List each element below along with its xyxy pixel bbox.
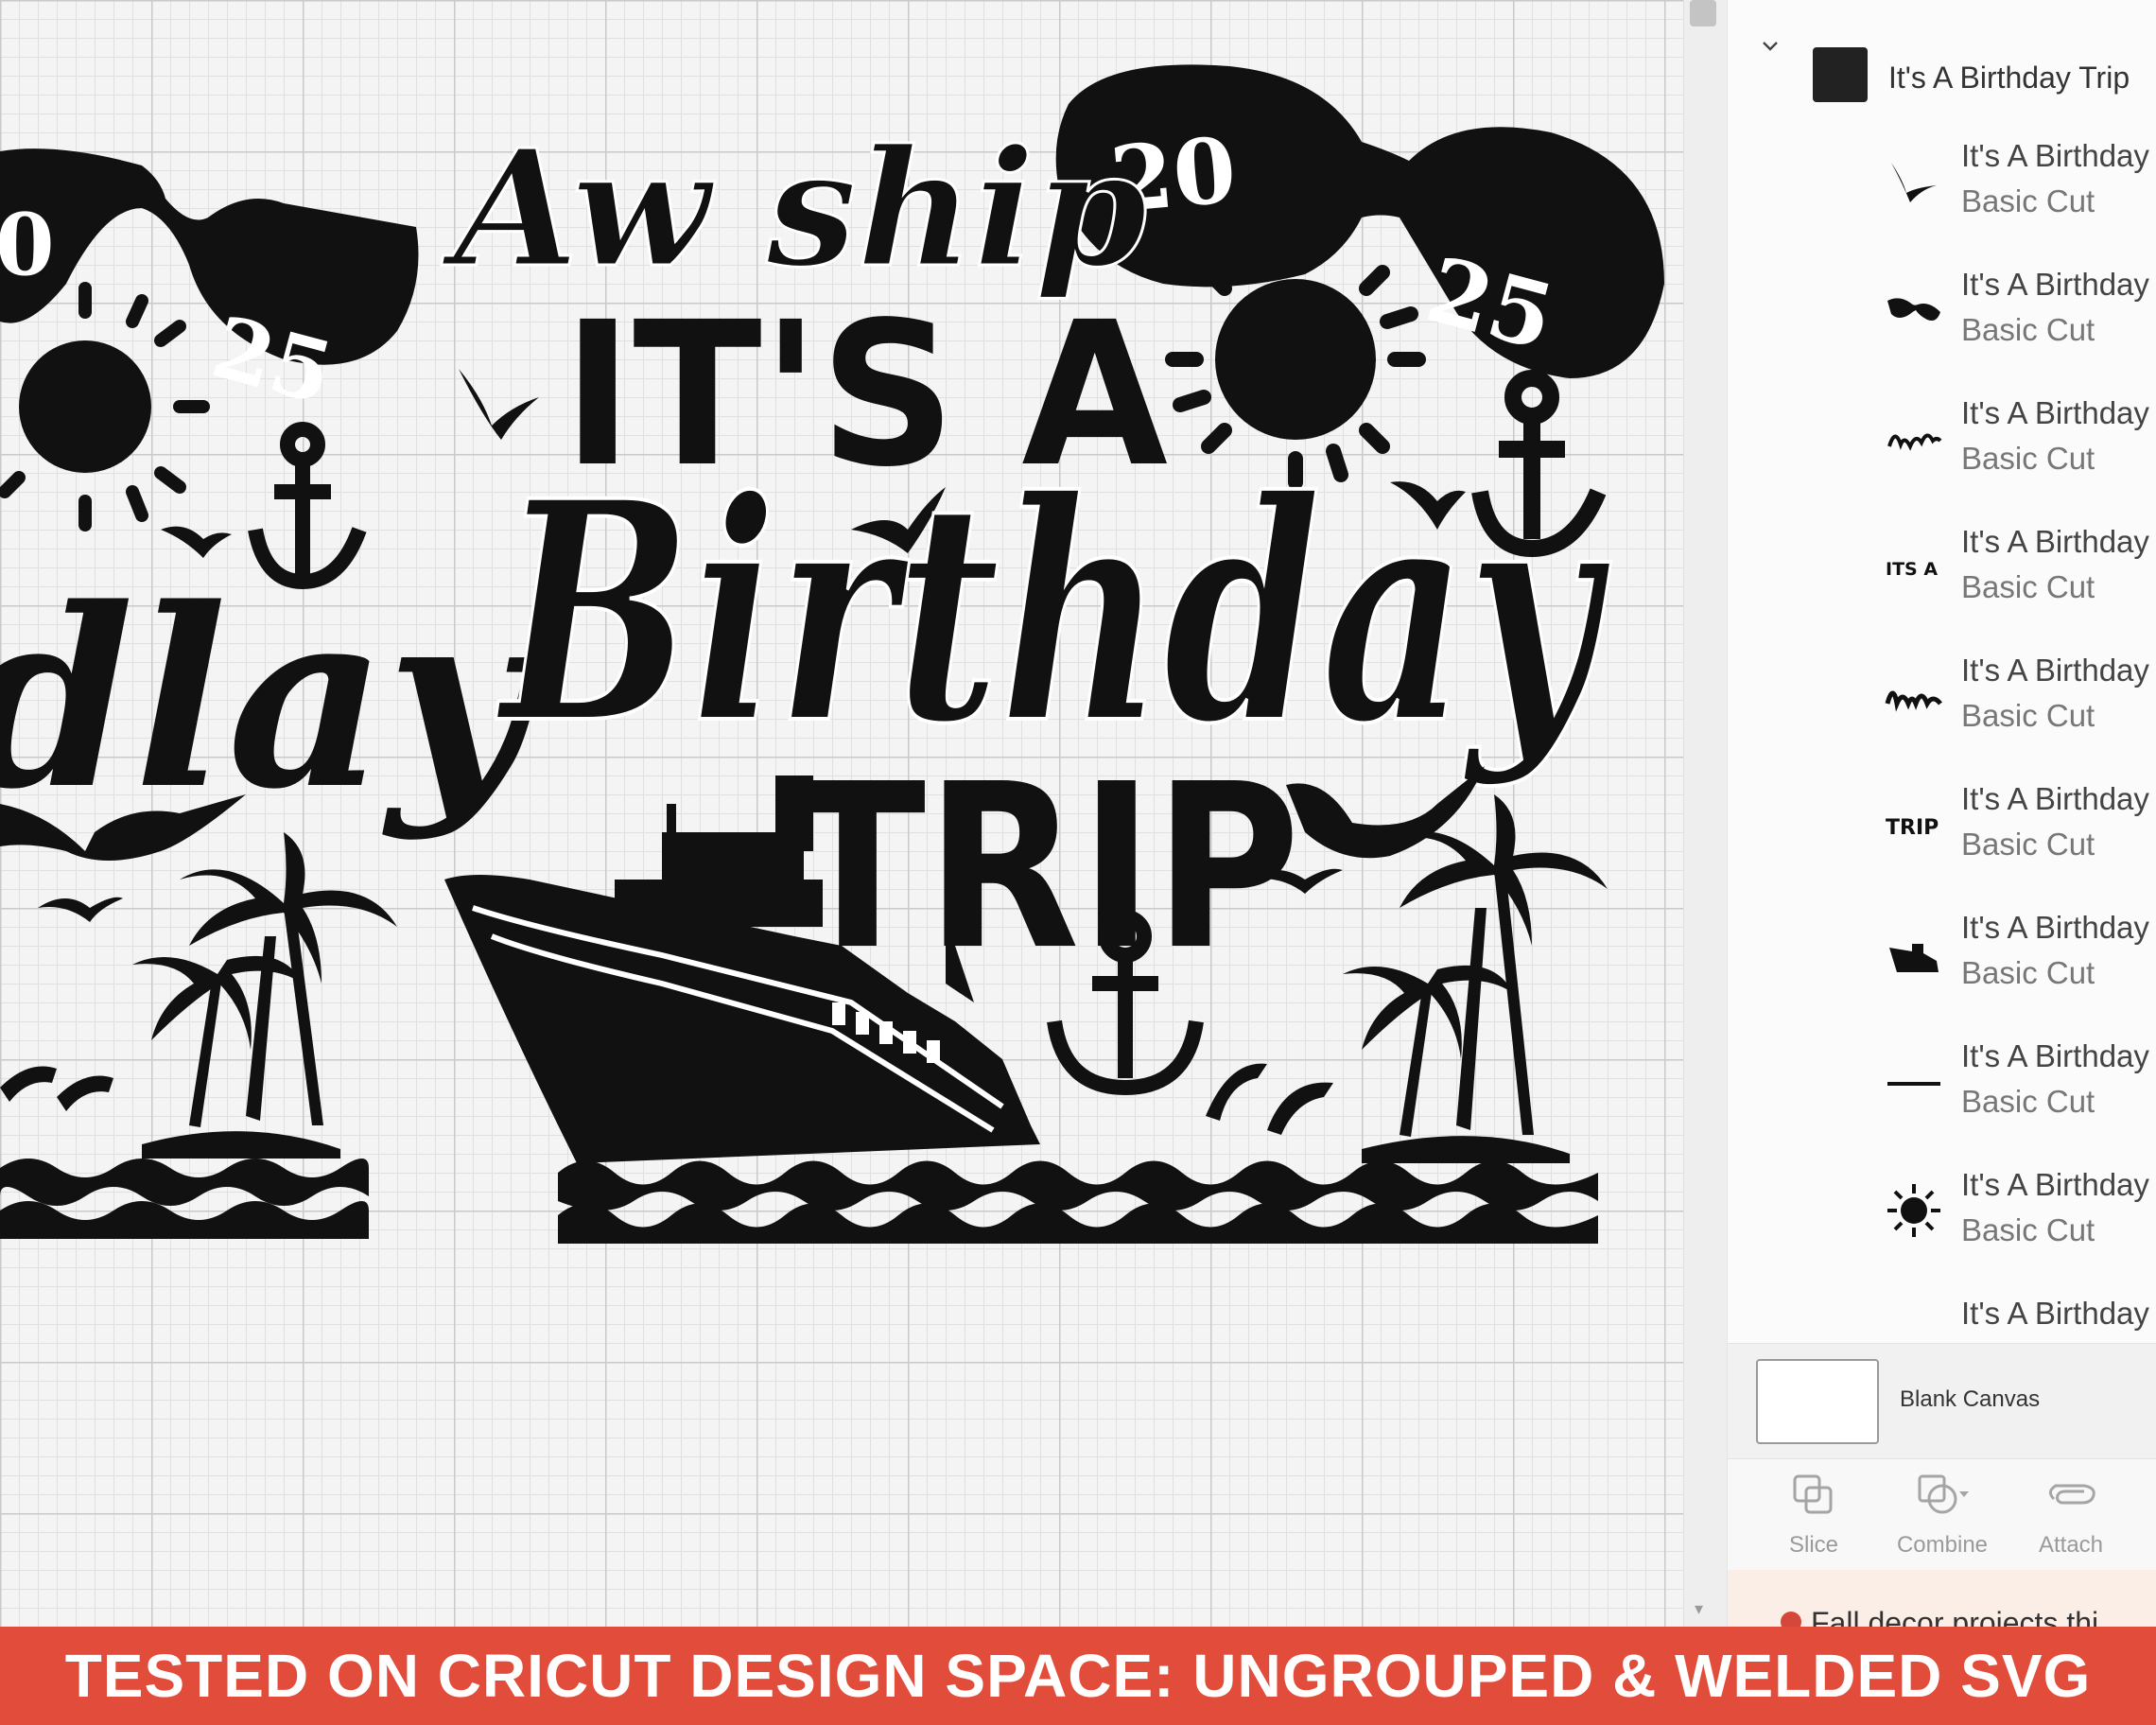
sun bbox=[1215, 279, 1376, 440]
blank-canvas-label: Blank Canvas bbox=[1900, 1386, 2041, 1412]
layer-operation: Basic Cut bbox=[1961, 312, 2095, 347]
layer-item[interactable]: TRIP It's A Birthday Basic Cut bbox=[1728, 764, 2156, 893]
combine-label: Combine bbox=[1896, 1532, 1989, 1558]
design-artwork[interactable]: 0 25 dlay 20 25 Aw ship IT'S A Birthday … bbox=[0, 0, 1683, 1627]
chevron-down-icon[interactable] bbox=[1762, 38, 1779, 55]
layer-name: It's A Birthday bbox=[1961, 1167, 2149, 1202]
main-design[interactable]: 20 25 Aw ship IT'S A Birthday TRIP bbox=[440, 64, 1664, 1244]
scroll-down-arrow-icon[interactable]: ▾ bbox=[1695, 1599, 1703, 1619]
waves-top bbox=[558, 1160, 1598, 1211]
partial-waves-1 bbox=[0, 1159, 369, 1206]
layer-operation: Basic Cut bbox=[1961, 183, 2095, 218]
birthday-thumbnail-icon bbox=[1885, 690, 1942, 712]
promo-text: Fall decor projects thi bbox=[1811, 1606, 2099, 1627]
layer-name: It's A Birthday bbox=[1961, 138, 2149, 173]
seagull-1 bbox=[459, 369, 539, 440]
group-title: It's A Birthday Trip bbox=[1888, 61, 2130, 95]
layer-item[interactable]: It's A Birthday Basic Cut bbox=[1728, 893, 2156, 1021]
slice-button[interactable]: Slice bbox=[1757, 1471, 1870, 1559]
layer-item[interactable]: It's A Birthday Basic Cut bbox=[1728, 1150, 2156, 1279]
partial-dolphins bbox=[0, 1066, 113, 1111]
partial-year-left: 0 bbox=[0, 195, 55, 295]
layer-name: It's A Birthday bbox=[1961, 524, 2149, 559]
slice-label: Slice bbox=[1788, 1532, 1839, 1558]
its-a-thumbnail-icon: ITS A bbox=[1886, 559, 1938, 580]
attach-button[interactable]: Attach bbox=[2014, 1471, 2128, 1559]
layer-name: It's A Birthday bbox=[1961, 781, 2149, 816]
partial-thumbnail-icon bbox=[1884, 1309, 1944, 1343]
layer-name: It's A Birthday bbox=[1961, 1038, 2149, 1073]
footer-banner: TESTED ON CRICUT DESIGN SPACE: UNGROUPED… bbox=[0, 1627, 2156, 1725]
layers-panel: It's A Birthday Trip It's A Birthday Bas… bbox=[1727, 0, 2156, 1627]
partial-sunglasses bbox=[0, 148, 419, 365]
partial-waves-2 bbox=[0, 1201, 369, 1239]
sunglasses-thumbnail-icon bbox=[1887, 298, 1940, 321]
layer-name: It's A Birthday bbox=[1961, 1296, 2149, 1331]
layer-operation: Basic Cut bbox=[1961, 827, 2095, 862]
group-thumbnail bbox=[1813, 47, 1868, 102]
line-thumbnail-icon bbox=[1887, 1082, 1940, 1086]
layer-item[interactable]: It's A Birthday Basic Cut bbox=[1728, 121, 2156, 250]
layer-item[interactable]: ITS A It's A Birthday Basic Cut bbox=[1728, 507, 2156, 636]
partial-script: dlay bbox=[0, 555, 545, 844]
layer-name: It's A Birthday bbox=[1961, 395, 2149, 430]
partial-palm-trees bbox=[132, 832, 397, 1159]
slice-icon bbox=[1793, 1474, 1833, 1514]
layer-name: It's A Birthday bbox=[1961, 910, 2149, 945]
scrollbar-thumb[interactable] bbox=[1690, 0, 1716, 26]
script-top: Aw ship bbox=[441, 114, 1147, 304]
blank-canvas-row[interactable]: Blank Canvas bbox=[1728, 1343, 2156, 1459]
sun-thumbnail-icon bbox=[1887, 1184, 1940, 1237]
layer-item[interactable]: It's A Birthday Basic Cut bbox=[1728, 378, 2156, 507]
promo-banner[interactable]: Fall decor projects thi bbox=[1728, 1570, 2156, 1627]
its-a-thumbnail-text: ITS A bbox=[1886, 559, 1938, 580]
layer-item[interactable]: It's A Birthday bbox=[1728, 1279, 2156, 1343]
combine-icon bbox=[1918, 1474, 1969, 1514]
layer-operation: Basic Cut bbox=[1961, 1212, 2095, 1247]
layer-item[interactable]: It's A Birthday Basic Cut bbox=[1728, 250, 2156, 378]
layer-operation: Basic Cut bbox=[1961, 441, 2095, 476]
script-thumbnail-icon bbox=[1887, 433, 1942, 451]
canvas-scrollbar[interactable]: ▾ bbox=[1683, 0, 1728, 1627]
block-bottom: TRIP bbox=[790, 735, 1300, 1000]
promo-pin-icon bbox=[1781, 1612, 1801, 1627]
layer-item[interactable]: It's A Birthday Basic Cut bbox=[1728, 636, 2156, 764]
blank-canvas-swatch[interactable] bbox=[1756, 1359, 1879, 1444]
partial-seagull-2 bbox=[161, 526, 232, 558]
layer-operation: Basic Cut bbox=[1961, 569, 2095, 604]
layer-name: It's A Birthday bbox=[1961, 653, 2149, 688]
left-partial-design[interactable]: 0 25 dlay bbox=[0, 148, 545, 1239]
seagull-thumbnail-icon bbox=[1891, 163, 1937, 202]
ship-thumbnail-icon bbox=[1889, 944, 1939, 972]
partial-seagull bbox=[38, 897, 123, 922]
partial-sun bbox=[19, 340, 151, 473]
attach-icon bbox=[2049, 1484, 2095, 1505]
layer-operation: Basic Cut bbox=[1961, 698, 2095, 733]
dolphins bbox=[1206, 1063, 1333, 1135]
layer-group[interactable]: It's A Birthday Trip bbox=[1728, 19, 2156, 102]
layer-name: It's A Birthday bbox=[1961, 267, 2149, 302]
trip-thumbnail-text: TRIP bbox=[1886, 816, 1939, 840]
combine-button[interactable]: Combine bbox=[1886, 1471, 1999, 1559]
layer-tools: Slice Combine Attach bbox=[1728, 1458, 2156, 1571]
trip-thumbnail-icon: TRIP bbox=[1886, 816, 1939, 840]
attach-label: Attach bbox=[2038, 1532, 2104, 1558]
design-canvas[interactable]: 0 25 dlay 20 25 Aw ship IT'S A Birthday … bbox=[0, 0, 1683, 1627]
waves-bottom bbox=[558, 1203, 1598, 1244]
layers-list: It's A Birthday Trip It's A Birthday Bas… bbox=[1728, 0, 2156, 1343]
layer-operation: Basic Cut bbox=[1961, 1084, 2095, 1119]
layer-operation: Basic Cut bbox=[1961, 955, 2095, 990]
layer-item[interactable]: It's A Birthday Basic Cut bbox=[1728, 1021, 2156, 1150]
